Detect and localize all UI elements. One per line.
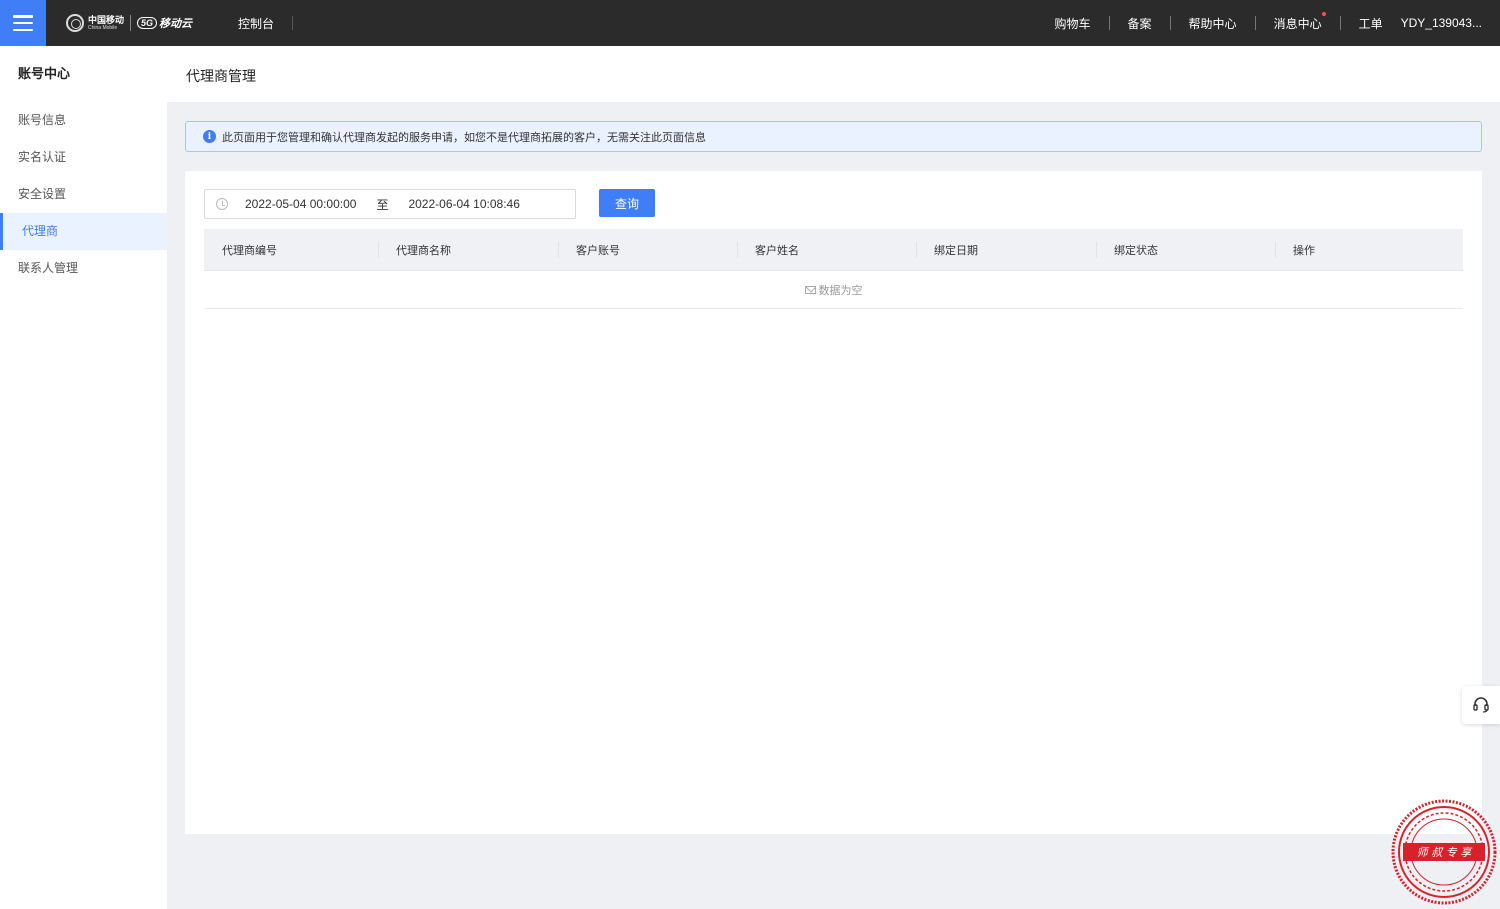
empty-text: 数据为空 [818, 284, 863, 297]
5g-badge: 5G [137, 17, 158, 29]
column-header: 代理商名称 [378, 229, 558, 270]
logo-divider [130, 15, 132, 31]
top-right-nav: 购物车 备案 帮助中心 消息中心 工单 YDY_139043... [1037, 11, 1500, 32]
table-header: 代理商编号 代理商名称 客户账号 客户姓名 绑定日期 绑定状态 操作 [204, 229, 1463, 271]
seal-text: 师 叔 专 享 [1417, 846, 1473, 859]
empty-mail-icon [804, 285, 816, 294]
content-card: 2022-05-04 00:00:00 至 2022-06-04 10:08:4… [185, 171, 1482, 834]
nav-cart[interactable]: 购物车 [1037, 15, 1109, 32]
nav-filing[interactable]: 备案 [1110, 15, 1170, 32]
query-button[interactable]: 查询 [599, 189, 655, 217]
mobile-cloud-logo: 5G 移动云 [137, 15, 192, 31]
nav-message-center[interactable]: 消息中心 [1256, 11, 1340, 32]
info-icon: i [203, 130, 216, 143]
sidebar-item-agent[interactable]: 代理商 [0, 213, 167, 250]
page-title: 代理商管理 [186, 68, 256, 84]
column-header: 操作 [1275, 229, 1463, 270]
nav-tickets[interactable]: 工单 [1341, 15, 1383, 32]
notice-text: 此页面用于您管理和确认代理商发起的服务申请，如您不是代理商拓展的客户，无需关注此… [222, 131, 706, 144]
top-navbar: 中国移动 China Mobile 5G 移动云 控制台 购物车 备案 帮助中心… [0, 0, 1500, 46]
watermark-seal: 师 叔 专 享 [1391, 799, 1497, 905]
menu-icon[interactable] [0, 0, 46, 46]
page-header: 代理商管理 [167, 46, 1500, 102]
divider [292, 16, 294, 30]
nav-help-center[interactable]: 帮助中心 [1171, 15, 1255, 32]
user-account-menu[interactable]: YDY_139043... [1383, 16, 1500, 30]
logo[interactable]: 中国移动 China Mobile 5G 移动云 [66, 0, 192, 46]
unread-dot [1321, 11, 1326, 16]
logo-cn-text: 中国移动 [88, 14, 125, 25]
logo-en-text: China Mobile [88, 24, 118, 31]
start-date-input[interactable]: 2022-05-04 00:00:00 [245, 197, 356, 211]
range-separator: 至 [376, 197, 389, 212]
nav-message-center-label: 消息中心 [1273, 16, 1322, 31]
column-header: 代理商编号 [222, 244, 277, 257]
agent-table: 代理商编号 代理商名称 客户账号 客户姓名 绑定日期 绑定状态 操作 数据为空 [204, 229, 1463, 309]
sidebar-item-account-info[interactable]: 账号信息 [0, 102, 167, 139]
headset-icon [1473, 697, 1489, 713]
customer-service-icon[interactable] [1462, 686, 1500, 724]
column-header: 绑定日期 [916, 229, 1096, 270]
column-header: 客户账号 [558, 229, 737, 270]
clock-icon [216, 198, 228, 210]
china-mobile-logo-icon [66, 14, 84, 32]
column-header: 客户姓名 [737, 229, 916, 270]
empty-state: 数据为空 [204, 271, 1463, 309]
sidebar-item-real-name-auth[interactable]: 实名认证 [0, 139, 167, 176]
sidebar-item-security-settings[interactable]: 安全设置 [0, 176, 167, 213]
date-range-picker[interactable]: 2022-05-04 00:00:00 至 2022-06-04 10:08:4… [204, 189, 576, 219]
sidebar-item-contacts[interactable]: 联系人管理 [0, 250, 167, 287]
column-header: 绑定状态 [1096, 229, 1275, 270]
sidebar: 账号中心 账号信息 实名认证 安全设置 代理商 联系人管理 [0, 46, 167, 909]
cloud-name: 移动云 [159, 18, 193, 30]
end-date-input[interactable]: 2022-06-04 10:08:46 [408, 197, 519, 211]
sidebar-title: 账号中心 [18, 66, 71, 81]
info-notice: i 此页面用于您管理和确认代理商发起的服务申请，如您不是代理商拓展的客户，无需关… [185, 121, 1482, 152]
console-link[interactable]: 控制台 [238, 15, 274, 32]
